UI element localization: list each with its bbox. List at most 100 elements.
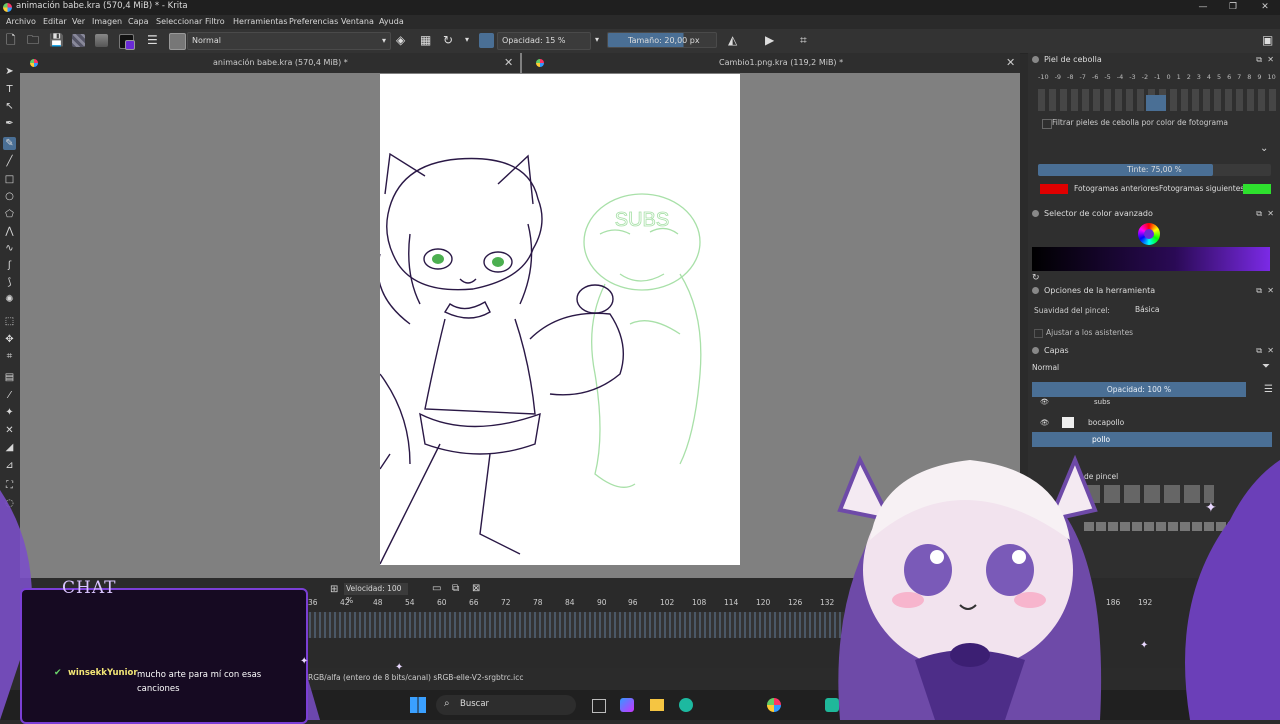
transform-tool-icon[interactable]: ⬚ [3, 315, 16, 328]
onion-number[interactable]: 4 [1207, 73, 1211, 85]
onion-number[interactable]: 2 [1187, 73, 1191, 85]
taskbar-search[interactable]: ⌕ Buscar [436, 695, 576, 715]
blend-mode-select[interactable]: Normal ▾ [187, 32, 391, 50]
float-icon[interactable]: ⧉ [1256, 344, 1262, 358]
crop-tool-icon[interactable]: ⌗ [3, 350, 16, 363]
menu-imagen[interactable]: Imagen [92, 17, 122, 26]
chevron-down-icon[interactable]: ⌄ [1260, 143, 1268, 154]
menu-filtro[interactable]: Filtro [205, 17, 225, 26]
frame-ruler[interactable]: 36 42 48 54 60 66 72 78 84 90 96 102 108… [300, 598, 1280, 609]
size-slider[interactable]: Tamaño: 20,00 px [607, 32, 717, 48]
onion-toggle-icon[interactable]: ⊠ [472, 583, 480, 594]
assistant-tool-icon[interactable]: ✕ [3, 424, 16, 437]
background-color-swatch[interactable] [125, 40, 135, 50]
chevron-down-icon[interactable]: ▾ [595, 32, 599, 48]
onion-number[interactable]: 0 [1167, 73, 1171, 85]
close-docker-icon[interactable]: ✕ [1267, 53, 1274, 67]
menu-seleccionar[interactable]: Seleccionar [156, 17, 202, 26]
onion-number[interactable]: 3 [1197, 73, 1201, 85]
krita-taskbar-icon[interactable] [767, 698, 781, 712]
wrap-around-icon[interactable]: ⌗ [800, 32, 807, 48]
tint-slider[interactable]: Tinte: 75,00 % [1038, 164, 1271, 176]
freehand-path-tool-icon[interactable]: ʃ [3, 259, 16, 272]
filter-checkbox[interactable] [1042, 119, 1052, 129]
menu-icon[interactable]: ☰ [1264, 384, 1273, 395]
menu-herramientas[interactable]: Herramientas [233, 17, 288, 26]
onion-number[interactable]: 8 [1247, 73, 1251, 85]
pattern-icon[interactable] [72, 34, 85, 47]
bezier-tool-icon[interactable]: ∿ [3, 242, 16, 255]
layer-blend-select[interactable]: Normal [1032, 362, 1252, 374]
brush-preset-icon[interactable] [169, 33, 186, 50]
eraser-icon[interactable]: ◈ [396, 32, 405, 48]
onion-number[interactable]: 6 [1227, 73, 1231, 85]
onion-number[interactable]: -1 [1154, 73, 1160, 85]
tab-cambio1[interactable]: Cambio1.png.kra (119,2 MiB) * ✕ [522, 53, 1020, 73]
onion-number[interactable]: -4 [1117, 73, 1123, 85]
onion-number[interactable]: -10 [1038, 73, 1049, 85]
new-document-icon[interactable]: 🗋 [6, 32, 16, 48]
tab-animacion-babe[interactable]: animación babe.kra (570,4 MiB) * ✕ [20, 53, 520, 73]
chevron-down-icon[interactable]: ▾ [465, 32, 469, 48]
onion-number[interactable]: 9 [1257, 73, 1261, 85]
calligraphy-tool-icon[interactable]: ✒ [3, 117, 16, 130]
next-frames-color[interactable] [1243, 184, 1271, 194]
timeline-icon[interactable]: ⊞ [330, 584, 338, 595]
onion-number[interactable]: 10 [1267, 73, 1275, 85]
color-picker-tool-icon[interactable]: ⁄ [3, 389, 16, 402]
gradient-tool-icon[interactable]: ▤ [3, 371, 16, 384]
alpha-lock-icon[interactable]: ▦ [420, 32, 431, 48]
snap-checkbox[interactable] [1034, 329, 1043, 338]
color-gradient-strip[interactable] [1032, 247, 1270, 271]
onion-number[interactable]: 7 [1237, 73, 1241, 85]
mirror-vertical-icon[interactable]: ▶ [765, 32, 774, 48]
close-tab-icon[interactable]: ✕ [1006, 53, 1015, 73]
text-tool-icon[interactable]: T [3, 83, 16, 96]
onion-number[interactable]: 1 [1177, 73, 1181, 85]
maximize-button[interactable]: ❐ [1218, 0, 1248, 15]
close-docker-icon[interactable]: ✕ [1267, 344, 1274, 358]
polyline-tool-icon[interactable]: ⋀ [3, 225, 16, 238]
menu-archivo[interactable]: Archivo [6, 17, 36, 26]
reload-preset-icon[interactable]: ↻ [443, 32, 453, 48]
rectangle-tool-icon[interactable]: □ [3, 173, 16, 186]
onion-number[interactable]: -8 [1067, 73, 1073, 85]
prev-frames-color[interactable] [1040, 184, 1068, 194]
move-tool-icon[interactable]: ✥ [3, 333, 16, 346]
menu-ayuda[interactable]: Ayuda [379, 17, 404, 26]
close-docker-icon[interactable]: ✕ [1267, 207, 1274, 221]
edge-icon[interactable] [679, 698, 693, 712]
polygon-tool-icon[interactable]: ⬠ [3, 208, 16, 221]
edit-shapes-tool-icon[interactable]: ↖ [3, 100, 16, 113]
menu-capa[interactable]: Capa [128, 17, 148, 26]
dynamic-brush-tool-icon[interactable]: ⟆ [3, 276, 16, 289]
copy-frame-icon[interactable]: ⧉ [452, 583, 459, 594]
mirror-horizontal-icon[interactable]: ◭ [728, 32, 737, 48]
fill-tool-icon[interactable]: ◢ [3, 441, 16, 454]
keyframe-track[interactable] [304, 612, 844, 638]
opacity-preset-icon[interactable] [479, 33, 494, 48]
onion-number[interactable]: -5 [1104, 73, 1110, 85]
drawing-canvas[interactable]: SUBS [377, 74, 740, 565]
layer-opacity-slider[interactable]: Opacidad: 100 % [1032, 382, 1246, 397]
minimize-button[interactable]: — [1188, 0, 1218, 15]
task-view-icon[interactable] [592, 699, 606, 713]
onion-number[interactable]: -2 [1142, 73, 1148, 85]
brush-settings-icon[interactable]: ☰ [147, 32, 158, 48]
select-shapes-tool-icon[interactable]: ➤ [3, 65, 16, 78]
close-docker-icon[interactable]: ✕ [1267, 284, 1274, 298]
menu-editar[interactable]: Editar [43, 17, 67, 26]
open-document-icon[interactable]: 🗀 [27, 32, 39, 48]
onion-number[interactable]: -3 [1129, 73, 1135, 85]
eye-icon[interactable]: 👁 [1040, 398, 1049, 406]
ellipse-tool-icon[interactable]: ○ [3, 190, 16, 203]
multibrush-tool-icon[interactable]: ✺ [3, 293, 16, 306]
smart-patch-tool-icon[interactable]: ✦ [3, 406, 16, 419]
freehand-brush-tool-icon[interactable]: ✎ [3, 137, 16, 150]
refresh-icon[interactable]: ↻ [1032, 273, 1040, 283]
float-icon[interactable]: ⧉ [1256, 53, 1262, 67]
menu-ver[interactable]: Ver [72, 17, 85, 26]
onion-number[interactable]: -6 [1092, 73, 1098, 85]
layer-row[interactable]: 👁 subs [1032, 398, 1272, 410]
close-tab-icon[interactable]: ✕ [504, 53, 513, 73]
